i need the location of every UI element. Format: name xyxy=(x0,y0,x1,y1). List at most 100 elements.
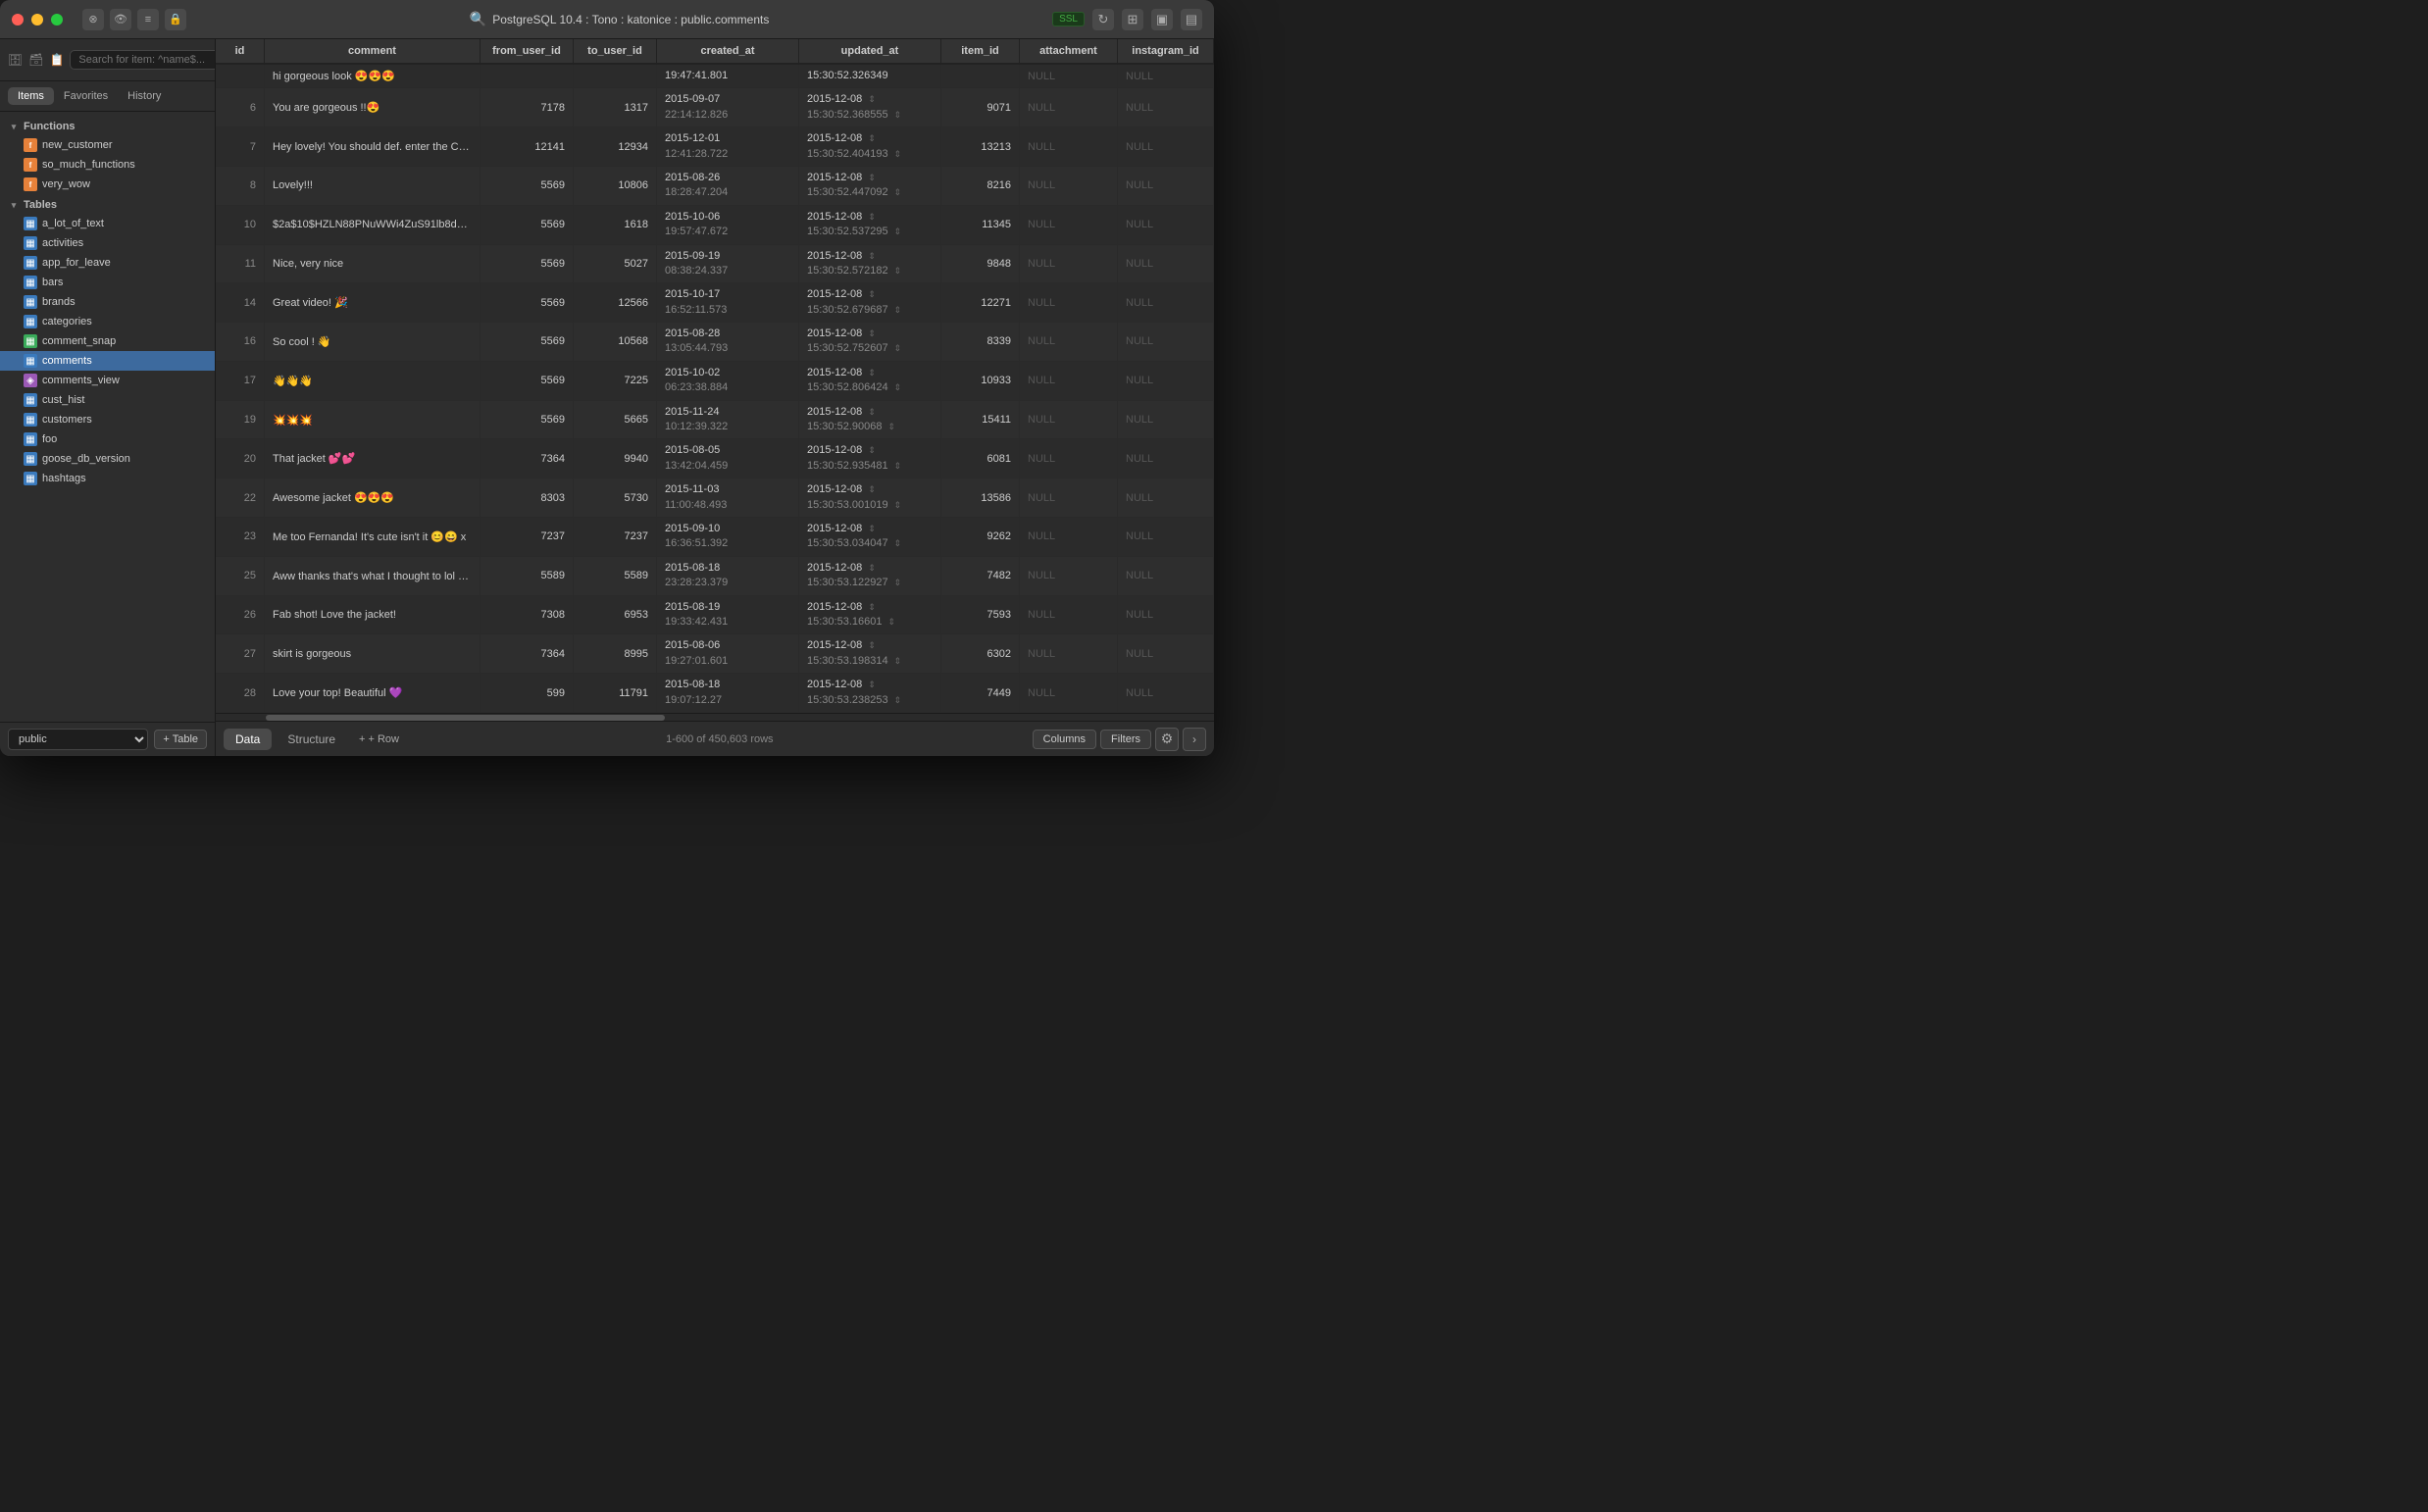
cell-item xyxy=(941,65,1020,87)
sidebar-item-comments-view[interactable]: ◈ comments_view xyxy=(0,371,215,390)
item-label: so_much_functions xyxy=(42,159,135,171)
cell-attachment: NULL xyxy=(1020,127,1118,166)
close-button[interactable] xyxy=(12,14,24,25)
cell-instagram: NULL xyxy=(1118,245,1214,283)
sidebar-item-comment-snap[interactable]: ▦ comment_snap xyxy=(0,331,215,351)
grid-view-button[interactable]: ⊞ xyxy=(1122,9,1143,30)
functions-section-header[interactable]: ▾ Functions xyxy=(0,118,215,135)
tables-section: ▾ Tables ▦ a_lot_of_text ▦ activities ▦ … xyxy=(0,196,215,488)
sql-icon[interactable]: 📋 xyxy=(49,47,64,73)
table-row[interactable]: 16 So cool ! 👋 5569 10568 2015-08-28 13:… xyxy=(216,323,1214,362)
table-row[interactable]: 25 Aww thanks that's what I thought to l… xyxy=(216,557,1214,596)
sidebar-item-goose-db-version[interactable]: ▦ goose_db_version xyxy=(0,449,215,469)
cell-updated: 2015-12-08 ⇕ 15:30:53.122927 ⇕ xyxy=(799,557,941,595)
table-row[interactable]: 7 Hey lovely! You should def. enter the … xyxy=(216,127,1214,167)
sidebar-item-new-customer[interactable]: f new_customer xyxy=(0,135,215,155)
lock-icon[interactable]: 🔒 xyxy=(165,9,186,30)
sidebar: 🗄 🗃 📋 Items Favorites History ▾ Function… xyxy=(0,39,216,756)
sidebar-item-categories[interactable]: ▦ categories xyxy=(0,312,215,331)
cell-comment: You are gorgeous !!😍 xyxy=(265,88,481,126)
cell-to xyxy=(574,65,657,87)
refresh-button[interactable]: ↻ xyxy=(1092,9,1114,30)
next-page-button[interactable]: › xyxy=(1183,728,1206,751)
cell-instagram: NULL xyxy=(1118,206,1214,244)
sidebar-toggle-button[interactable]: ▤ xyxy=(1181,9,1202,30)
sidebar-item-foo[interactable]: ▦ foo xyxy=(0,429,215,449)
table-row[interactable]: 17 👋👋👋 5569 7225 2015-10-02 06:23:38.884… xyxy=(216,362,1214,401)
cell-to: 5027 xyxy=(574,245,657,283)
cell-created: 2015-09-19 08:38:24.337 xyxy=(657,245,799,283)
connection-title: PostgreSQL 10.4 : Tono : katonice : publ… xyxy=(492,13,769,26)
table-row[interactable]: 26 Fab shot! Love the jacket! 7308 6953 … xyxy=(216,596,1214,635)
item-label: cust_hist xyxy=(42,394,84,406)
sidebar-item-cust-hist[interactable]: ▦ cust_hist xyxy=(0,390,215,410)
cell-instagram: NULL xyxy=(1118,362,1214,400)
columns-button[interactable]: Columns xyxy=(1033,730,1096,749)
filters-button[interactable]: Filters xyxy=(1100,730,1151,749)
minimize-button[interactable] xyxy=(31,14,43,25)
cell-comment: Great video! 🎉 xyxy=(265,283,481,322)
db-icon[interactable]: 🗄 xyxy=(8,47,23,73)
cell-updated: 2015-12-08 ⇕ 15:30:53.001019 ⇕ xyxy=(799,479,941,517)
table-row[interactable]: 19 💥💥💥 5569 5665 2015-11-24 10:12:39.322… xyxy=(216,401,1214,440)
schema-select[interactable]: public xyxy=(8,729,148,750)
sidebar-item-customers[interactable]: ▦ customers xyxy=(0,410,215,429)
add-row-button[interactable]: + + Row xyxy=(351,731,407,748)
cell-attachment: NULL xyxy=(1020,557,1118,595)
table-icon-btn[interactable]: 🗃 xyxy=(28,47,43,73)
table-icon: ▦ xyxy=(24,276,37,289)
item-label: brands xyxy=(42,296,76,308)
cell-to: 12934 xyxy=(574,127,657,166)
table-row[interactable]: 10 $2a$10$HZLN88PNuWWi4ZuS91lb8dR98ljt0k… xyxy=(216,206,1214,245)
table-row[interactable]: 23 Me too Fernanda! It's cute isn't it 😊… xyxy=(216,518,1214,557)
tab-data[interactable]: Data xyxy=(224,729,272,750)
tab-structure[interactable]: Structure xyxy=(276,729,347,750)
sidebar-item-very-wow[interactable]: f very_wow xyxy=(0,175,215,194)
eye-icon[interactable]: 👁 xyxy=(110,9,131,30)
nav-history-button[interactable]: History xyxy=(118,87,171,105)
nav-items-button[interactable]: Items xyxy=(8,87,54,105)
table-row[interactable]: 14 Great video! 🎉 5569 12566 2015-10-17 … xyxy=(216,283,1214,323)
warning-icon[interactable]: ⊗ xyxy=(82,9,104,30)
table-row[interactable]: 27 skirt is gorgeous 7364 8995 2015-08-0… xyxy=(216,634,1214,674)
cell-to: 9940 xyxy=(574,439,657,478)
sidebar-search-input[interactable] xyxy=(70,50,216,70)
horizontal-scrollbar[interactable] xyxy=(216,713,1214,721)
scrollbar-thumb[interactable] xyxy=(266,715,665,721)
cell-attachment: NULL xyxy=(1020,206,1118,244)
table-row[interactable]: 20 That jacket 💕💕 7364 9940 2015-08-05 1… xyxy=(216,439,1214,479)
list-icon[interactable]: ≡ xyxy=(137,9,159,30)
settings-button[interactable]: ⚙ xyxy=(1155,728,1179,751)
table-row[interactable]: 22 Awesome jacket 😍😍😍 8303 5730 2015-11-… xyxy=(216,479,1214,518)
cell-instagram: NULL xyxy=(1118,479,1214,517)
sidebar-item-activities[interactable]: ▦ activities xyxy=(0,233,215,253)
sidebar-item-bars[interactable]: ▦ bars xyxy=(0,273,215,292)
sidebar-item-so-much-functions[interactable]: f so_much_functions xyxy=(0,155,215,175)
col-header-to: to_user_id xyxy=(574,39,657,63)
add-table-button[interactable]: + Table xyxy=(154,730,207,749)
panel-toggle-button[interactable]: ▣ xyxy=(1151,9,1173,30)
sidebar-item-comments[interactable]: ▦ comments xyxy=(0,351,215,371)
cell-instagram: NULL xyxy=(1118,674,1214,712)
cell-to: 7237 xyxy=(574,518,657,556)
table-row[interactable]: hi gorgeous look 😍😍😍 19:47:41.801 15:30:… xyxy=(216,65,1214,88)
table-row[interactable]: 8 Lovely!!! 5569 10806 2015-08-26 18:28:… xyxy=(216,167,1214,206)
plus-icon: + xyxy=(359,733,365,745)
sidebar-item-hashtags[interactable]: ▦ hashtags xyxy=(0,469,215,488)
sidebar-item-brands[interactable]: ▦ brands xyxy=(0,292,215,312)
table-row[interactable]: 28 Love your top! Beautiful 💜 599 11791 … xyxy=(216,674,1214,713)
tables-section-header[interactable]: ▾ Tables xyxy=(0,196,215,214)
cell-from: 5569 xyxy=(481,362,574,400)
nav-favorites-button[interactable]: Favorites xyxy=(54,87,118,105)
col-header-comment: comment xyxy=(265,39,481,63)
sidebar-item-a-lot-of-text[interactable]: ▦ a_lot_of_text xyxy=(0,214,215,233)
table-body[interactable]: hi gorgeous look 😍😍😍 19:47:41.801 15:30:… xyxy=(216,65,1214,713)
table-row[interactable]: 11 Nice, very nice 5569 5027 2015-09-19 … xyxy=(216,245,1214,284)
table-row[interactable]: 6 You are gorgeous !!😍 7178 1317 2015-09… xyxy=(216,88,1214,127)
table-icon: ▦ xyxy=(24,393,37,407)
sidebar-item-app-for-leave[interactable]: ▦ app_for_leave xyxy=(0,253,215,273)
table-icon: ▦ xyxy=(24,217,37,230)
maximize-button[interactable] xyxy=(51,14,63,25)
main-content: 🗄 🗃 📋 Items Favorites History ▾ Function… xyxy=(0,39,1214,756)
cell-id: 6 xyxy=(216,88,265,126)
